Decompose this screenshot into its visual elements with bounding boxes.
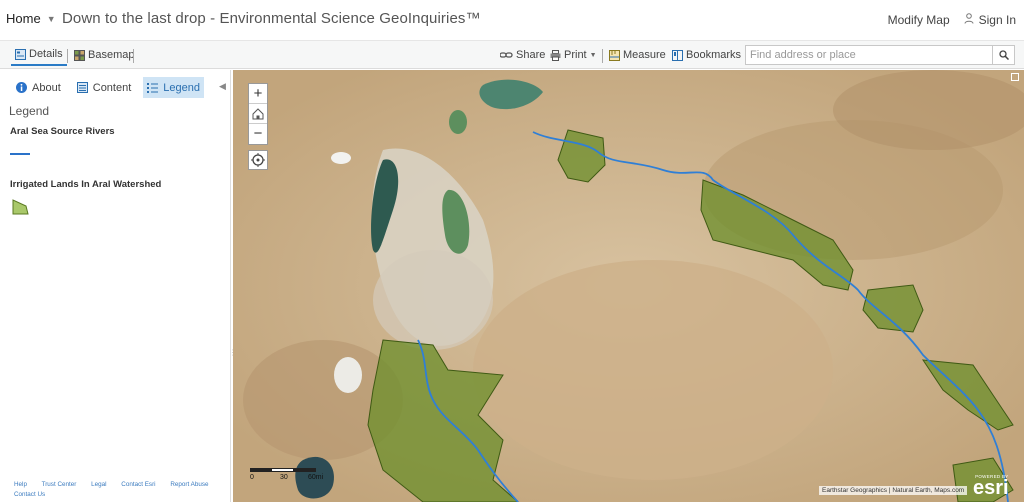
bookmarks-label: Bookmarks [686,49,742,61]
details-icon [15,48,26,60]
home-label: Home [6,11,41,26]
legend-heading: Legend [9,104,50,118]
search-button[interactable] [993,45,1015,65]
printer-icon [550,49,561,61]
legend-layer-title: Aral Sea Source Rivers [10,126,115,137]
footer-link-contact-esri[interactable]: Contact Esri [121,481,155,488]
print-label: Print [564,49,587,61]
scale-label: 60mi [308,474,324,481]
legend-layer-title: Irrigated Lands In Aral Watershed [10,179,162,190]
print-button[interactable]: Print ▼ [550,46,597,64]
toolbar: Details Basemap Share Print ▼ Measure Bo… [0,40,1024,69]
page-title: Down to the last drop - Environmental Sc… [62,10,481,27]
tab-about-label: About [32,81,61,94]
home-icon [252,108,264,120]
details-label: Details [29,48,63,60]
chevron-down-icon: ▼ [46,13,56,24]
map-view[interactable]: + − 0 30 60mi Earthstar Geographics | Na… [233,70,1024,502]
footer-link-help[interactable]: Help [14,481,27,488]
bookmarks-button[interactable]: Bookmarks [672,46,741,64]
basemap-label: Basemap [88,49,135,61]
tab-legend[interactable]: Legend [143,77,204,98]
bookmark-icon [672,49,683,61]
panel-tabs: About Content Legend [12,77,212,98]
basemap-icon [74,49,85,61]
share-button[interactable]: Share [499,46,546,64]
content-icon [76,82,88,93]
share-label: Share [516,49,546,61]
measure-button[interactable]: Measure [609,46,666,64]
footer-links: Help Trust Center Legal Contact Esri Rep… [14,480,226,500]
locate-icon [251,153,265,167]
footer-link-contact-us[interactable]: Contact Us [14,491,45,498]
esri-wordmark: esri [973,477,1009,499]
legend-icon [147,82,159,93]
collapse-panel-icon[interactable]: ◀ [219,81,226,92]
tab-content[interactable]: Content [73,77,136,98]
scale-bar: 0 30 60mi [250,468,323,481]
basemap-button[interactable]: Basemap [74,46,134,64]
search-icon [998,50,1009,63]
share-icon [499,50,513,61]
home-extent-button[interactable] [249,104,267,124]
home-menu[interactable]: Home ▼ [6,11,56,26]
ruler-icon [609,49,620,61]
zoom-control: + − [248,83,268,145]
footer-link-report-abuse[interactable]: Report Abuse [170,481,208,488]
chevron-down-icon: ▼ [589,51,597,59]
side-panel: About Content Legend ◀ Legend Aral Sea S… [0,70,237,502]
scale-label: 0 [250,474,254,481]
satellite-imagery [233,70,1024,502]
sign-in-link[interactable]: Sign In [979,13,1016,27]
footer-link-trust-center[interactable]: Trust Center [42,481,77,488]
scale-label: 30 [280,474,288,481]
zoom-out-button[interactable]: − [249,124,267,144]
map-attribution: Earthstar Geographics | Natural Earth, M… [819,486,968,495]
info-icon [16,82,27,93]
tab-legend-label: Legend [163,81,200,94]
zoom-in-button[interactable]: + [249,84,267,104]
details-button[interactable]: Details [11,44,67,66]
search-input[interactable]: Find address or place [745,45,993,65]
locate-button[interactable] [248,150,268,170]
measure-label: Measure [623,49,666,61]
esri-logo: POWERED BY esri [973,474,1009,499]
tab-about[interactable]: About [12,77,65,98]
irrigated-polygon-symbol [12,199,30,220]
fullscreen-icon[interactable] [1011,73,1019,81]
app-header: Home ▼ Down to the last drop - Environme… [0,0,1024,40]
footer-link-legal[interactable]: Legal [91,481,106,488]
tab-content-label: Content [92,81,132,94]
river-line-symbol [10,153,30,155]
modify-map-link[interactable]: Modify Map [888,13,950,27]
user-icon [964,13,974,27]
